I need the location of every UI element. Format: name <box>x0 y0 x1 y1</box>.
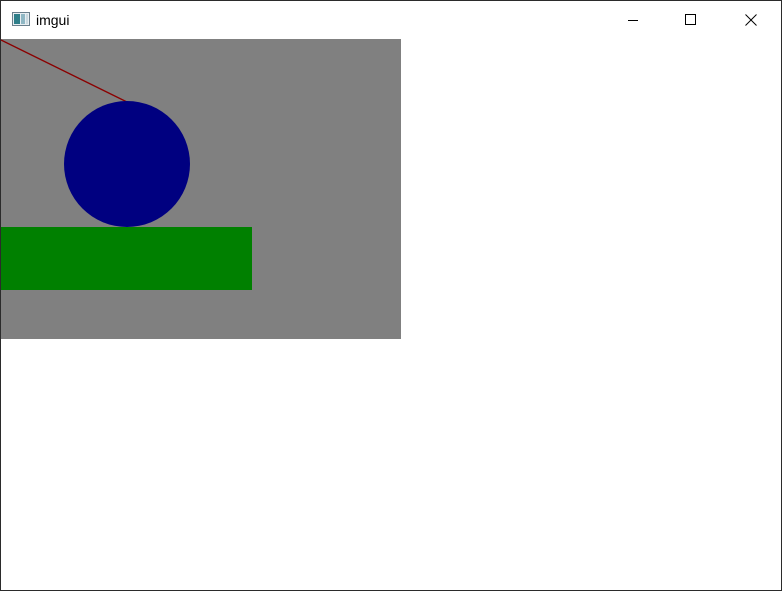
app-icon <box>12 12 30 26</box>
maximize-button[interactable] <box>662 1 720 39</box>
title-bar[interactable]: imgui <box>1 1 781 39</box>
minimize-icon <box>627 14 639 26</box>
maximize-icon <box>685 14 697 26</box>
canvas-background <box>1 39 401 339</box>
app-window: imgui <box>0 0 782 591</box>
green-rectangle <box>1 227 252 290</box>
close-icon <box>745 14 757 26</box>
minimize-button[interactable] <box>604 1 662 39</box>
close-button[interactable] <box>722 1 780 39</box>
blue-circle <box>64 101 190 227</box>
window-title: imgui <box>36 12 70 28</box>
client-area <box>1 39 781 590</box>
drawing-canvas <box>1 39 401 339</box>
